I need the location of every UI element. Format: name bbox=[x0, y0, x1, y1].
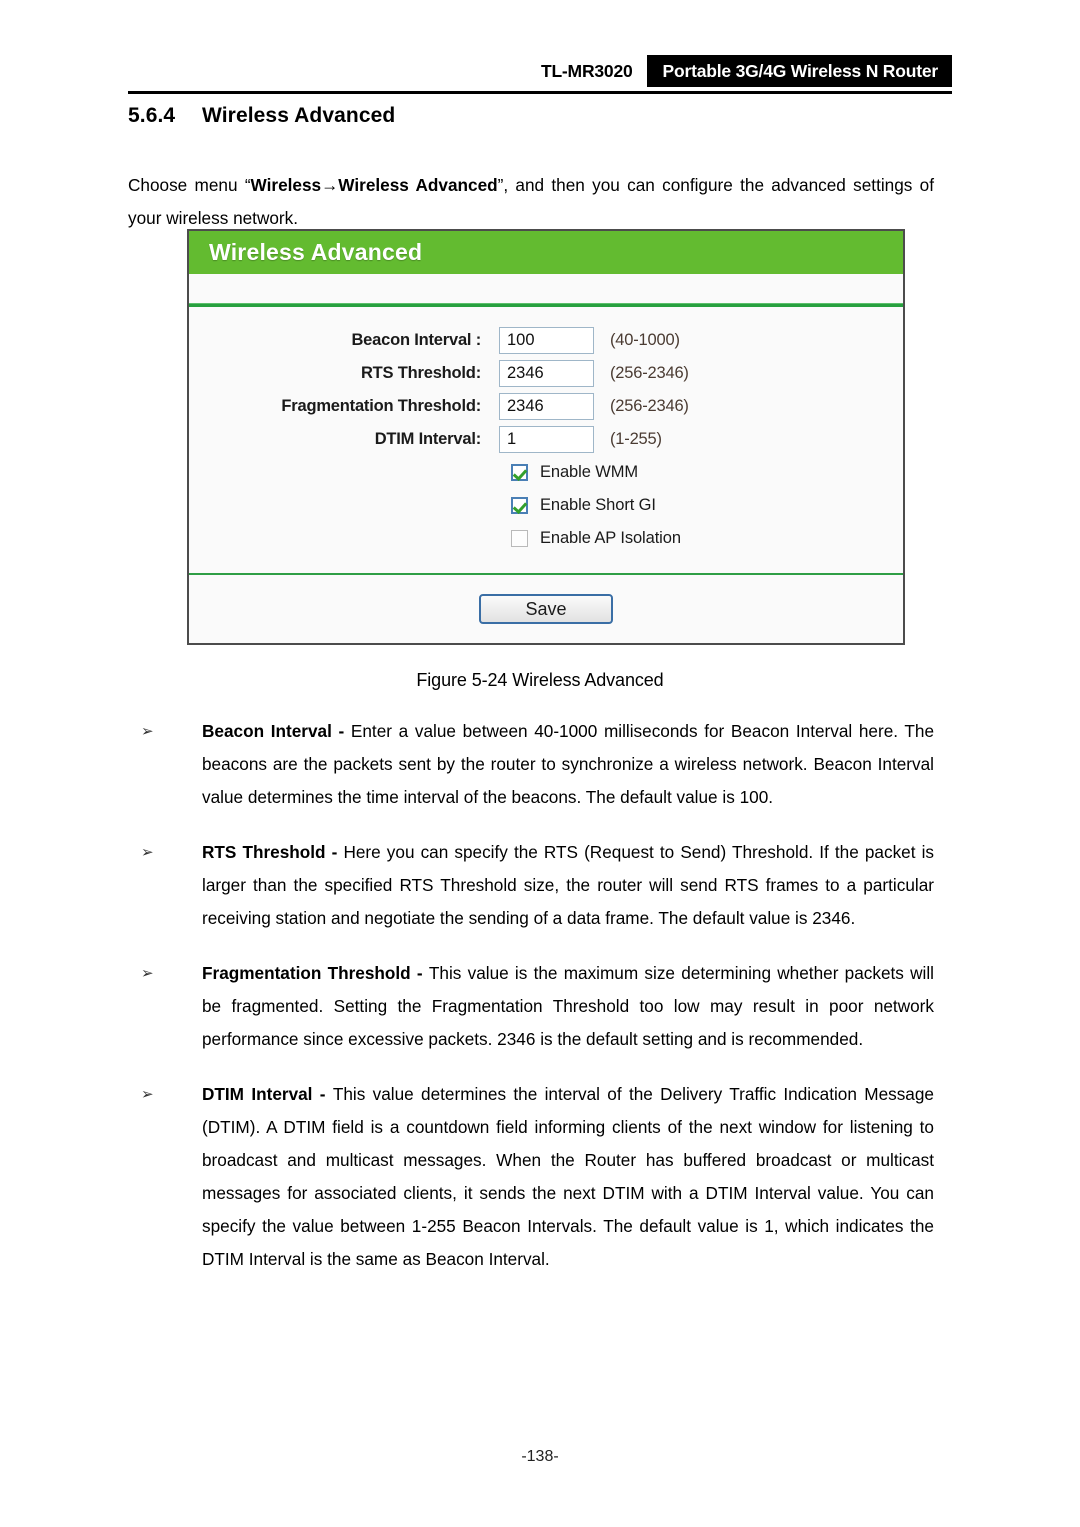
ui-footer: Save bbox=[189, 575, 903, 624]
checkbox-row-enable-short-gi[interactable]: Enable Short GI bbox=[189, 489, 903, 522]
form-row-dtim-interval: DTIM Interval: 1 (1-255) bbox=[189, 423, 903, 456]
bullet-separator-2: - bbox=[410, 963, 429, 983]
ui-panel-title: Wireless Advanced bbox=[209, 239, 423, 265]
intro-before: Choose menu “ bbox=[128, 175, 251, 196]
checkbox-enable-wmm[interactable] bbox=[511, 464, 528, 481]
figure-caption: Figure 5-24 Wireless Advanced bbox=[416, 670, 664, 690]
hint-beacon-interval: (40-1000) bbox=[610, 331, 680, 349]
bullet-term-fragmentation-threshold: Fragmentation Threshold bbox=[202, 963, 411, 983]
form-row-beacon-interval: Beacon Interval : 100 (40-1000) bbox=[189, 324, 903, 357]
bullet-term-beacon-interval: Beacon Interval bbox=[202, 721, 332, 741]
ui-sub-bar bbox=[189, 274, 903, 303]
bullet-text-dtim-interval: This value determines the interval of th… bbox=[202, 1084, 934, 1269]
intro-menu-path: Wireless→Wireless Advanced bbox=[250, 175, 498, 196]
label-enable-ap-isolation: Enable AP Isolation bbox=[540, 529, 681, 547]
form-row-rts-threshold: RTS Threshold: 2346 (256-2346) bbox=[189, 357, 903, 390]
label-rts-threshold: RTS Threshold: bbox=[360, 364, 481, 382]
hint-fragmentation-threshold: (256-2346) bbox=[610, 397, 689, 415]
input-beacon-interval[interactable]: 100 bbox=[499, 327, 594, 354]
label-enable-wmm: Enable WMM bbox=[540, 463, 639, 481]
input-rts-threshold[interactable]: 2346 bbox=[499, 360, 594, 387]
bullet-dtim-interval: ➢ DTIM Interval - This value determines t… bbox=[128, 1078, 934, 1276]
input-fragmentation-threshold[interactable]: 2346 bbox=[499, 393, 594, 420]
bullet-beacon-interval: ➢ Beacon Interval - Enter a value between… bbox=[128, 715, 934, 814]
bullet-arrow-icon: ➢ bbox=[141, 723, 154, 740]
hint-rts-threshold: (256-2346) bbox=[610, 364, 689, 382]
ui-form-body: Beacon Interval : 100 (40-1000) RTS Thre… bbox=[189, 307, 903, 624]
checkbox-enable-short-gi[interactable] bbox=[511, 497, 528, 514]
bullet-arrow-icon: ➢ bbox=[141, 1086, 154, 1103]
checkbox-enable-ap-isolation[interactable] bbox=[511, 530, 528, 547]
header-product-name: Portable 3G/4G Wireless N Router bbox=[646, 55, 952, 87]
section-number: 5.6.4 bbox=[128, 104, 176, 127]
bullet-fragmentation-threshold: ➢ Fragmentation Threshold - This value is… bbox=[128, 957, 934, 1056]
page-running-header: TL-MR3020 Portable 3G/4G Wireless N Rout… bbox=[128, 55, 952, 95]
label-beacon-interval: Beacon Interval : bbox=[351, 331, 481, 349]
intro-paragraph: Choose menu “Wireless→Wireless Advanced”… bbox=[128, 169, 934, 235]
ui-title-bar: Wireless Advanced bbox=[189, 231, 903, 274]
bullet-arrow-icon: ➢ bbox=[141, 844, 154, 861]
page-number: -138- bbox=[521, 1448, 559, 1465]
label-enable-short-gi: Enable Short GI bbox=[540, 496, 656, 514]
bullet-separator-3: - bbox=[312, 1084, 333, 1104]
section-heading: 5.6.4 Wireless Advanced bbox=[128, 104, 395, 128]
hint-dtim-interval: (1-255) bbox=[610, 430, 662, 448]
bullet-term-rts-threshold: RTS Threshold bbox=[202, 842, 326, 862]
checkbox-row-enable-wmm[interactable]: Enable WMM bbox=[189, 456, 903, 489]
bullet-rts-threshold: ➢ RTS Threshold - Here you can specify th… bbox=[128, 836, 934, 935]
label-dtim-interval: DTIM Interval: bbox=[374, 430, 481, 448]
input-dtim-interval[interactable]: 1 bbox=[499, 426, 594, 453]
label-fragmentation-threshold: Fragmentation Threshold: bbox=[281, 397, 481, 415]
router-ui-screenshot: Wireless Advanced Beacon Interval : 100 … bbox=[187, 229, 905, 645]
bullet-arrow-icon: ➢ bbox=[141, 965, 154, 982]
bullet-separator-0: - bbox=[331, 721, 351, 741]
checkbox-row-enable-ap-isolation[interactable]: Enable AP Isolation bbox=[189, 522, 903, 555]
header-model-name: TL-MR3020 bbox=[540, 60, 633, 81]
form-row-fragmentation-threshold: Fragmentation Threshold: 2346 (256-2346) bbox=[189, 390, 903, 423]
header-row: TL-MR3020 Portable 3G/4G Wireless N Rout… bbox=[128, 55, 952, 87]
header-rule bbox=[128, 91, 952, 94]
bullet-separator-1: - bbox=[325, 842, 344, 862]
parameter-description-list: ➢ Beacon Interval - Enter a value between… bbox=[128, 715, 934, 1298]
section-title: Wireless Advanced bbox=[202, 104, 396, 127]
save-button[interactable]: Save bbox=[479, 594, 613, 624]
bullet-term-dtim-interval: DTIM Interval bbox=[202, 1084, 313, 1104]
